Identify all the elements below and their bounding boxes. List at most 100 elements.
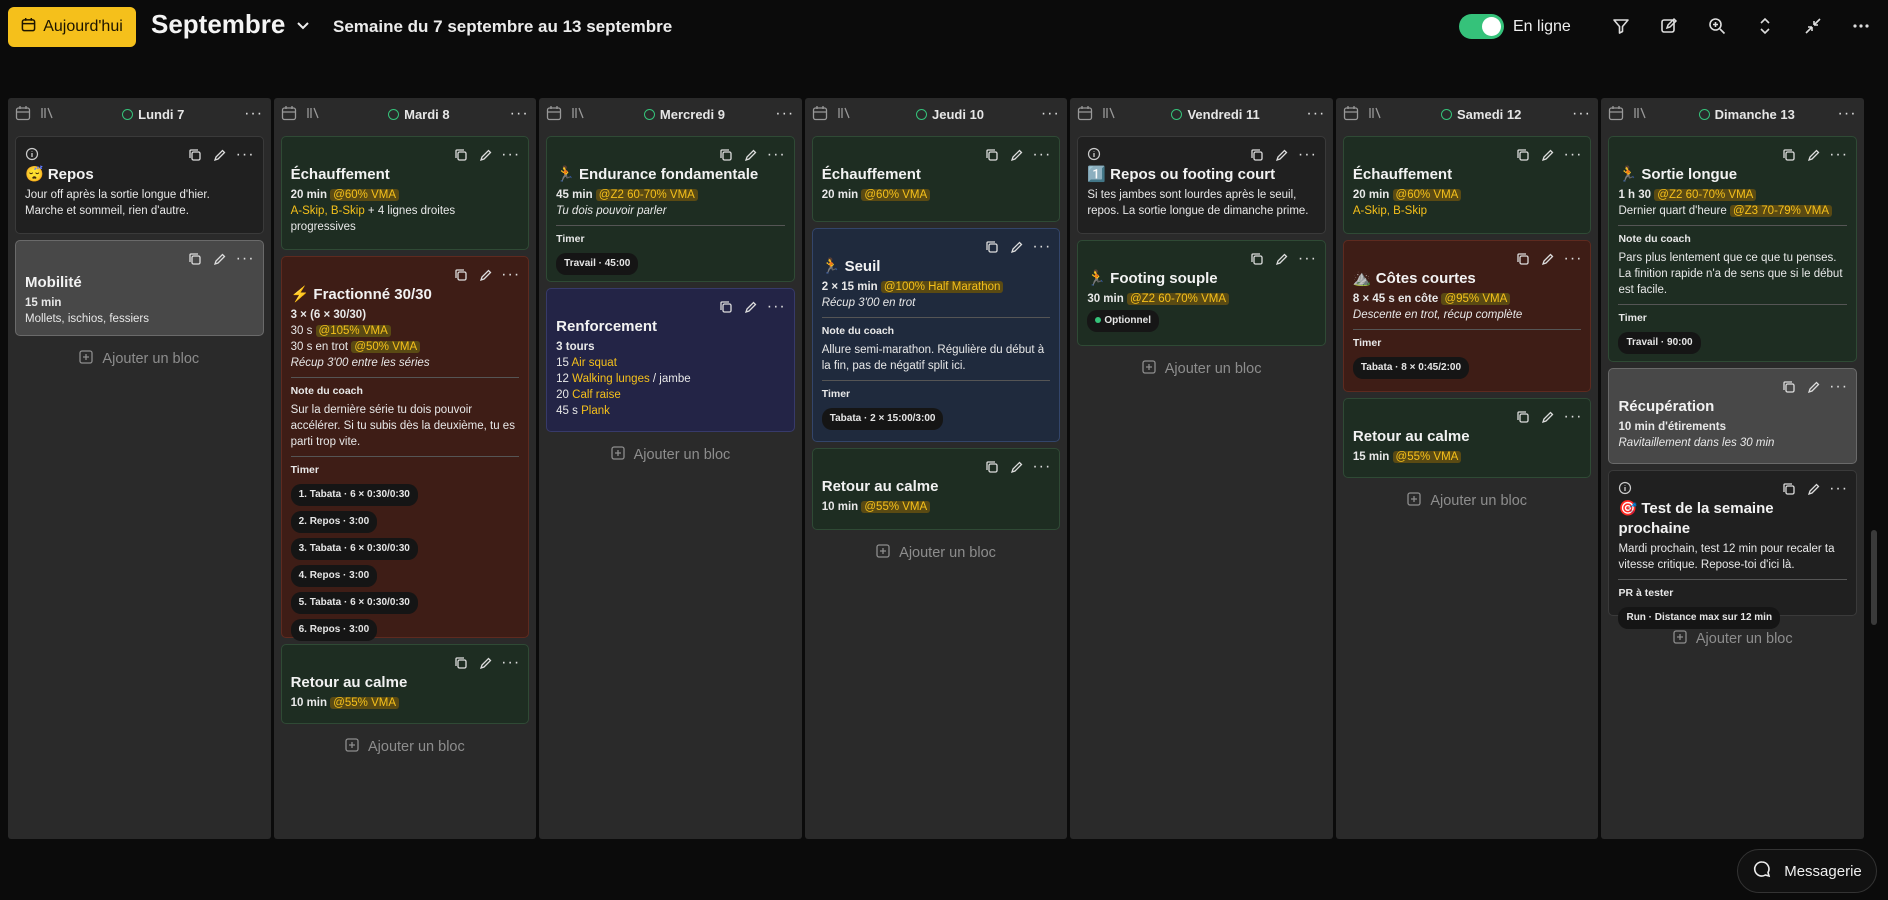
timer-pill[interactable]: 5. Tabata · 6 × 0:30/0:30: [290, 592, 418, 614]
pencil-icon[interactable]: [1806, 379, 1821, 394]
workout-card[interactable]: ··· Mobilité 15 min Mollets, ischios, fe…: [15, 240, 264, 336]
calendar-icon[interactable]: [1077, 105, 1095, 123]
add-block-button[interactable]: Ajouter un bloc: [15, 342, 264, 376]
more-icon[interactable]: [1850, 15, 1872, 37]
copy-icon[interactable]: [1781, 379, 1796, 394]
today-button[interactable]: Aujourd'hui: [8, 7, 136, 47]
library-icon[interactable]: [1101, 105, 1119, 123]
more-icon[interactable]: ···: [1829, 480, 1847, 496]
library-icon[interactable]: [1367, 105, 1385, 123]
copy-icon[interactable]: [1515, 251, 1530, 266]
calendar-icon[interactable]: [1608, 105, 1626, 123]
exercise-link[interactable]: Calf raise: [572, 389, 621, 401]
drills-link[interactable]: A-Skip, B-Skip: [1353, 205, 1427, 217]
copy-icon[interactable]: [719, 299, 734, 314]
calendar-icon[interactable]: [812, 105, 830, 123]
copy-icon[interactable]: [1250, 147, 1265, 162]
more-icon[interactable]: ···: [1298, 250, 1316, 266]
more-icon[interactable]: ···: [1563, 250, 1581, 266]
copy-icon[interactable]: [984, 147, 999, 162]
timer-pill[interactable]: 3. Tabata · 6 × 0:30/0:30: [290, 538, 418, 560]
workout-card[interactable]: ··· 🎯 Test de la semaine prochaine Mardi…: [1608, 470, 1858, 629]
more-icon[interactable]: ···: [236, 146, 254, 162]
workout-card[interactable]: ··· Récupération 10 min d'étirements Rav…: [1608, 368, 1858, 464]
workout-card[interactable]: ··· Retour au calme 15 min @55% VMA: [1342, 398, 1592, 478]
calendar-icon[interactable]: [546, 105, 564, 123]
pencil-icon[interactable]: [478, 147, 493, 162]
workout-card[interactable]: ··· Retour au calme 10 min @55% VMA: [280, 644, 530, 724]
copy-icon[interactable]: [1781, 481, 1796, 496]
more-icon[interactable]: ···: [1040, 105, 1060, 123]
timer-pill[interactable]: Travail · 90:00: [1618, 332, 1701, 354]
workout-card[interactable]: ··· 1️⃣ Repos ou footing court Si tes ja…: [1077, 136, 1326, 234]
more-icon[interactable]: ···: [236, 250, 254, 266]
pencil-icon[interactable]: [1540, 409, 1555, 424]
more-icon[interactable]: ···: [1563, 408, 1581, 424]
more-icon[interactable]: ···: [501, 266, 519, 282]
more-icon[interactable]: ···: [767, 146, 785, 162]
copy-icon[interactable]: [188, 147, 203, 162]
pencil-icon[interactable]: [213, 251, 228, 266]
library-icon[interactable]: [836, 105, 854, 123]
more-icon[interactable]: ···: [1563, 146, 1581, 162]
pencil-icon[interactable]: [1806, 481, 1821, 496]
more-icon[interactable]: ···: [1829, 146, 1847, 162]
pencil-icon[interactable]: [1540, 147, 1555, 162]
more-icon[interactable]: ···: [1298, 146, 1316, 162]
exercise-link[interactable]: Air squat: [572, 357, 617, 369]
messages-button[interactable]: Messagerie: [1737, 849, 1877, 893]
timer-pill[interactable]: Travail · 45:00: [556, 253, 639, 275]
filter-icon[interactable]: [1610, 15, 1632, 37]
copy-icon[interactable]: [719, 147, 734, 162]
workout-card[interactable]: ··· Retour au calme 10 min @55% VMA: [811, 448, 1061, 530]
edit-square-icon[interactable]: [1658, 15, 1680, 37]
copy-icon[interactable]: [1250, 251, 1265, 266]
pencil-icon[interactable]: [1009, 239, 1024, 254]
pencil-icon[interactable]: [1275, 147, 1290, 162]
timer-pill[interactable]: Tabata · 2 × 15:00/3:00: [821, 408, 944, 430]
library-icon[interactable]: [1632, 105, 1650, 123]
pencil-icon[interactable]: [478, 267, 493, 282]
more-icon[interactable]: ···: [775, 105, 795, 123]
timer-pill[interactable]: 2. Repos · 3:00: [290, 511, 378, 533]
timer-pill[interactable]: 4. Repos · 3:00: [290, 565, 378, 587]
pencil-icon[interactable]: [744, 147, 759, 162]
timer-pill[interactable]: 1. Tabata · 6 × 0:30/0:30: [290, 484, 418, 506]
copy-icon[interactable]: [1515, 147, 1530, 162]
workout-card[interactable]: ··· Échauffement 20 min @60% VMA A-Skip,…: [280, 136, 530, 250]
calendar-icon[interactable]: [1343, 105, 1361, 123]
more-icon[interactable]: ···: [1032, 458, 1050, 474]
workout-card[interactable]: ··· 😴 Repos Jour off après la sortie lon…: [15, 136, 264, 234]
timer-pill[interactable]: Tabata · 8 × 0:45/2:00: [1352, 357, 1470, 379]
workout-card[interactable]: ··· 🏃 Footing souple 30 min @Z2 60-70% V…: [1077, 240, 1326, 346]
month-selector[interactable]: Septembre: [151, 9, 311, 40]
pencil-icon[interactable]: [1009, 147, 1024, 162]
add-block-button[interactable]: Ajouter un bloc: [546, 438, 795, 472]
workout-card[interactable]: ··· Échauffement 20 min @60% VMA: [811, 136, 1061, 222]
more-icon[interactable]: ···: [501, 146, 519, 162]
more-icon[interactable]: ···: [1032, 238, 1050, 254]
copy-icon[interactable]: [1781, 147, 1796, 162]
add-block-button[interactable]: Ajouter un bloc: [1343, 484, 1592, 518]
library-icon[interactable]: [305, 105, 323, 123]
drills-link[interactable]: A-Skip, B-Skip: [291, 205, 365, 217]
pencil-icon[interactable]: [1275, 251, 1290, 266]
pencil-icon[interactable]: [213, 147, 228, 162]
workout-card[interactable]: ··· 🏃 Seuil 2 × 15 min @100% Half Marath…: [811, 228, 1061, 442]
workout-card[interactable]: ··· ⚡ Fractionné 30/30 3 × (6 × 30/30) 3…: [280, 256, 530, 641]
calendar-icon[interactable]: [15, 105, 33, 123]
online-toggle[interactable]: [1459, 14, 1504, 39]
add-block-button[interactable]: Ajouter un bloc: [281, 730, 530, 764]
copy-icon[interactable]: [984, 459, 999, 474]
copy-icon[interactable]: [984, 239, 999, 254]
library-icon[interactable]: [570, 105, 588, 123]
copy-icon[interactable]: [453, 655, 468, 670]
collapse-icon[interactable]: [1802, 15, 1824, 37]
workout-card[interactable]: ··· ⛰️ Côtes courtes 8 × 45 s en côte @9…: [1342, 240, 1592, 392]
pencil-icon[interactable]: [1806, 147, 1821, 162]
more-icon[interactable]: ···: [1306, 105, 1326, 123]
library-icon[interactable]: [39, 105, 57, 123]
scrollbar[interactable]: [1871, 530, 1877, 625]
more-icon[interactable]: ···: [1032, 146, 1050, 162]
pencil-icon[interactable]: [478, 655, 493, 670]
